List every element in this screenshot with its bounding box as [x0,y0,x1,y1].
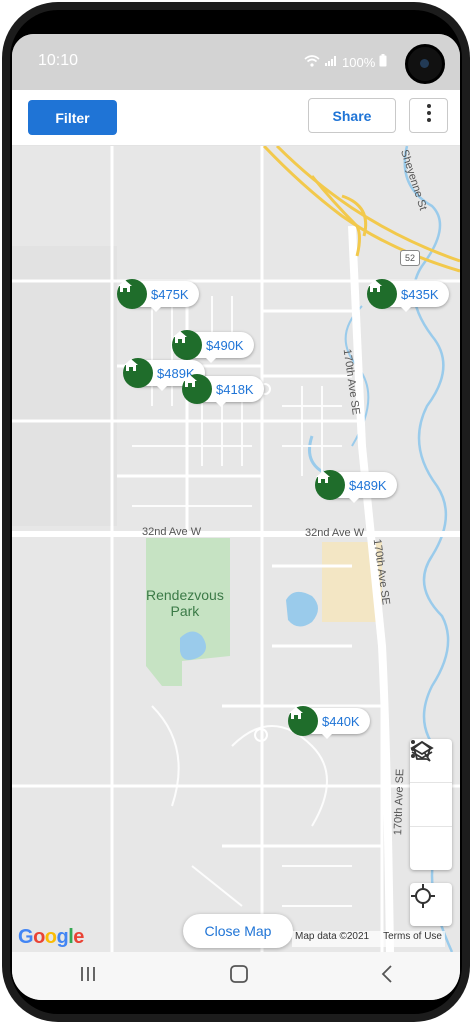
phone-frame: 10:10 100% Filter Share Sheyenne St 170t… [2,2,470,1022]
front-camera [405,44,445,84]
phone-bezel: 10:10 100% Filter Share Sheyenne St 170t… [10,10,462,1014]
listing-price: $435K [401,286,439,302]
android-nav-bar [12,952,460,1000]
listing-price: $475K [151,286,189,302]
status-time: 10:10 [38,52,79,69]
my-location-button[interactable] [410,883,452,926]
highway-shield: 52 [400,250,420,266]
listing-price: $490K [206,337,244,353]
back-icon[interactable] [380,964,394,989]
listing-pin[interactable]: $475K [117,279,199,312]
listing-pin[interactable]: $435K [367,279,449,312]
listing-pin[interactable]: $490K [172,330,254,363]
status-bar: 10:10 100% [12,34,460,90]
listing-pin[interactable]: $440K [288,706,370,739]
home-button-icon[interactable] [229,964,249,989]
road-label-32nd-left: 32nd Ave W [142,526,202,538]
map-attribution: Map data ©2021 Terms of Use [292,931,445,947]
park-label: Rendezvous Park [146,587,224,619]
more-options-button[interactable] [409,98,448,133]
home-icon [117,279,147,309]
status-indicators: 100% [304,54,387,70]
map-layers-button[interactable] [410,740,452,827]
terms-of-use-link[interactable]: Terms of Use [383,931,442,947]
screen: 10:10 100% Filter Share Sheyenne St 170t… [12,34,460,1000]
battery-icon [379,54,387,70]
listing-price: $418K [216,381,254,397]
wifi-icon [304,54,320,70]
close-map-button[interactable]: Close Map [183,914,293,948]
battery-percent: 100% [342,54,376,70]
listing-price: $489K [349,477,387,493]
recent-apps-icon[interactable] [78,965,98,988]
map-data-credit: Map data ©2021 [295,931,370,942]
signal-icon [324,55,338,70]
home-icon [367,279,397,309]
home-icon [172,330,202,360]
filter-button[interactable]: Filter [28,100,117,135]
map-more-button[interactable] [410,740,452,870]
locate-control [410,883,452,926]
map-toolbar: Filter Share [12,90,460,146]
map-side-controls [410,739,452,870]
listing-pin[interactable]: $418K [182,374,264,407]
park-label-line1: Rendezvous [146,587,224,603]
google-logo: Google [18,926,84,948]
share-button[interactable]: Share [308,98,396,133]
home-icon [288,706,318,736]
map-view[interactable]: Sheyenne St 170th Ave SE 170th Ave SE 17… [12,146,460,952]
park-label-line2: Park [170,603,200,619]
home-icon [182,374,212,404]
road-label-170th-bottom: 170th Ave SE [392,768,407,836]
home-icon [123,358,153,388]
home-icon [315,470,345,500]
road-label-32nd-right: 32nd Ave W [305,527,365,539]
listing-price: $440K [322,713,360,729]
listing-pin[interactable]: $489K [315,470,397,503]
more-vertical-icon [426,103,432,128]
